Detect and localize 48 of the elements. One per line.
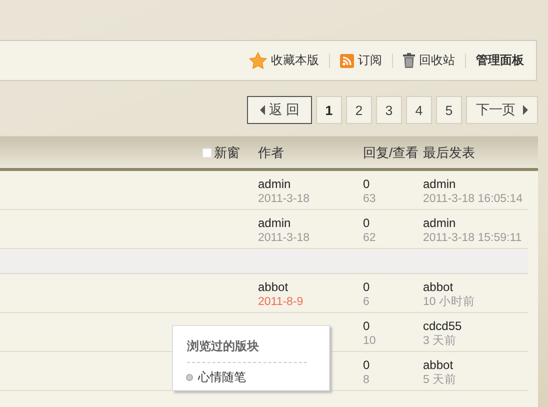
new-window-checkbox[interactable] [202,148,212,158]
view-count: 63 [363,192,377,207]
trash-icon [403,53,415,68]
last-poster[interactable]: abbot [423,358,528,373]
post-date: 2011-3-18 [258,231,311,246]
next-page-button[interactable]: 下一页 [466,96,538,124]
popup-title: 浏览过的版块 [187,338,307,363]
page-button[interactable]: 5 [436,96,462,124]
reply-count: 0 [363,177,371,192]
column-header: 作者 [258,144,285,162]
toolbar-link[interactable]: 回收站 [403,52,455,69]
reply-count: 0 [363,216,371,231]
forum-link[interactable]: 心情随笔 [198,369,246,386]
last-poster[interactable]: abbot [423,280,528,295]
view-count: 8 [363,373,370,388]
toolbar-link[interactable]: 订阅 [340,52,382,69]
page-button[interactable]: 2 [346,96,372,124]
author-name[interactable]: admin [258,216,363,231]
rss-icon [340,54,354,68]
last-post-time: 2011-3-18 16:05:14 [423,192,524,207]
toolbar-link[interactable]: 收藏本版 [249,52,319,69]
last-poster[interactable]: admin [423,177,528,192]
last-post-time: 5 天前 [423,373,458,388]
reply-count: 0 [363,319,371,334]
view-count: 6 [363,295,370,310]
post-date: 2011-8-9 [258,295,304,310]
author-name[interactable]: abbot [258,280,363,295]
view-count: 10 [363,334,377,349]
reply-count: 0 [363,358,371,373]
page-button[interactable]: 3 [376,96,402,124]
post-date: 2011-3-18 [258,192,311,207]
page-button[interactable]: 1 [316,96,342,124]
last-post-time: 10 小时前 [423,295,476,310]
last-poster[interactable]: admin [423,216,528,231]
view-count: 62 [363,231,377,246]
column-header: 最后发表 [423,144,476,162]
new-window-label: 新窗 [214,144,240,162]
star-icon [249,52,267,69]
page-button[interactable]: 4 [406,96,432,124]
column-header: 回复/查看 [363,144,420,162]
last-post-time: 3 天前 [423,334,458,349]
toolbar-link[interactable]: 管理面板 [476,52,524,69]
reply-count: 0 [363,280,371,295]
back-button[interactable]: 返 回 [247,96,312,124]
last-poster[interactable]: cdcd55 [423,319,528,334]
bullet-icon [186,374,193,381]
author-name[interactable]: admin [258,177,363,192]
last-post-time: 2011-3-18 15:59:11 [423,231,523,246]
